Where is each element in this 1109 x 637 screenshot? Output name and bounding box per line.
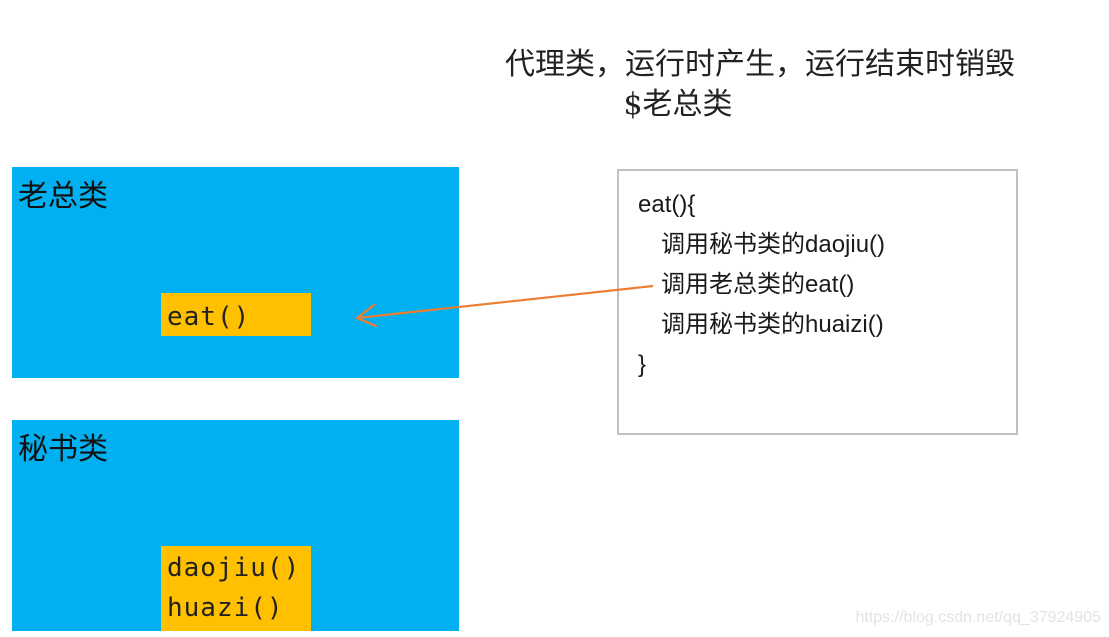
proxy-caption-line2: $老总类 bbox=[623, 87, 733, 122]
proxy-code-line-call-huaizi: 调用秘书类的huaizi() bbox=[661, 311, 884, 338]
proxy-code-line-close: } bbox=[638, 351, 647, 378]
secretary-class-title: 秘书类 bbox=[18, 432, 108, 467]
boss-class-title: 老总类 bbox=[18, 179, 108, 214]
proxy-code-box: eat(){ 调用秘书类的daojiu() 调用老总类的eat() 调用秘书类的… bbox=[617, 169, 1018, 435]
boss-class-box: 老总类 eat() bbox=[12, 167, 459, 378]
proxy-code-line-call-eat: 调用老总类的eat() bbox=[661, 271, 855, 298]
proxy-caption-line1: 代理类，运行时产生，运行结束时销毁 bbox=[505, 47, 1015, 82]
proxy-code-line-call-daojiu: 调用秘书类的daojiu() bbox=[661, 231, 886, 258]
secretary-method-huazi: huazi() bbox=[167, 593, 284, 623]
secretary-methods-box: daojiu() huazi() bbox=[161, 546, 311, 631]
proxy-code-line-open: eat(){ bbox=[638, 191, 696, 218]
secretary-method-daojiu: daojiu() bbox=[167, 553, 301, 583]
secretary-class-box: 秘书类 daojiu() huazi() bbox=[12, 420, 459, 631]
watermark: https://blog.csdn.net/qq_37924905 bbox=[855, 609, 1101, 626]
boss-methods-box: eat() bbox=[161, 293, 311, 336]
boss-method-eat: eat() bbox=[167, 302, 251, 332]
